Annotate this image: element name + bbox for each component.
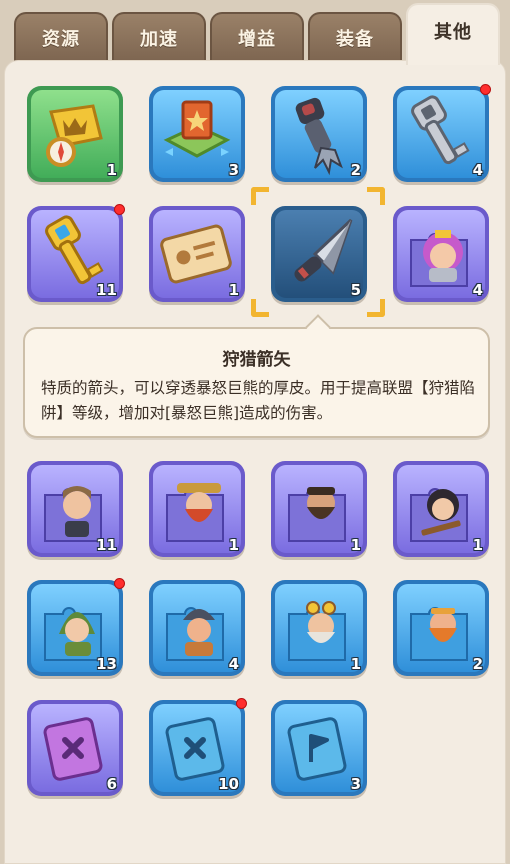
item-count: 5 — [350, 281, 361, 299]
item-count: 3 — [228, 161, 239, 179]
tab-label: 加速 — [140, 29, 178, 50]
item-slot[interactable]: 1 — [393, 461, 489, 557]
tab-boost[interactable]: 增益 — [210, 12, 304, 62]
tab-label: 装备 — [336, 29, 374, 50]
item-slot[interactable]: 1 — [271, 580, 367, 676]
tab-label: 其他 — [434, 22, 472, 43]
item-count: 4 — [228, 655, 239, 673]
item-slot[interactable]: 11 — [27, 204, 125, 302]
item-count: 1 — [228, 536, 239, 554]
item-count: 4 — [472, 281, 483, 299]
tab-equipment[interactable]: 装备 — [308, 12, 402, 62]
item-slot[interactable]: 4 — [149, 580, 245, 676]
tab-resources[interactable]: 资源 — [14, 12, 108, 62]
item-count: 1 — [350, 536, 361, 554]
item-slot[interactable]: 1 — [271, 461, 367, 557]
item-slot[interactable]: 10 — [149, 698, 247, 796]
tab-other[interactable]: 其他 — [406, 3, 500, 65]
item-count: 2 — [350, 161, 361, 179]
item-count: 1 — [228, 281, 239, 299]
item-slot-selected[interactable]: 5 — [271, 206, 367, 302]
new-badge — [236, 698, 247, 709]
new-badge — [480, 84, 491, 95]
item-slot[interactable]: 6 — [27, 700, 123, 796]
item-count: 11 — [96, 281, 117, 299]
item-count: 1 — [350, 655, 361, 673]
category-tabs: 资源 加速 增益 装备 其他 — [0, 0, 510, 65]
item-count: 10 — [218, 775, 239, 793]
item-slot[interactable]: 4 — [393, 84, 491, 182]
item-slot[interactable]: 11 — [27, 461, 123, 557]
item-slot[interactable]: 3 — [271, 700, 367, 796]
item-count: 1 — [472, 536, 483, 554]
tab-label: 增益 — [238, 29, 276, 50]
item-slot[interactable]: 1 — [149, 461, 245, 557]
item-count: 11 — [96, 536, 117, 554]
item-count: 13 — [96, 655, 117, 673]
item-slot[interactable]: 3 — [149, 86, 245, 182]
item-count: 2 — [472, 655, 483, 673]
item-count: 1 — [106, 161, 117, 179]
item-count: 4 — [472, 161, 483, 179]
item-slot[interactable]: 2 — [393, 580, 489, 676]
item-count: 6 — [106, 775, 117, 793]
item-count: 3 — [350, 775, 361, 793]
item-slot[interactable]: 2 — [271, 86, 367, 182]
tab-label: 资源 — [42, 29, 80, 50]
item-slot[interactable]: 1 — [149, 206, 245, 302]
item-slot[interactable]: 13 — [27, 578, 125, 676]
new-badge — [114, 204, 125, 215]
tab-speedup[interactable]: 加速 — [112, 12, 206, 62]
new-badge — [114, 578, 125, 589]
item-slot[interactable]: 1 — [27, 86, 123, 182]
item-slot[interactable]: 4 — [393, 206, 489, 302]
